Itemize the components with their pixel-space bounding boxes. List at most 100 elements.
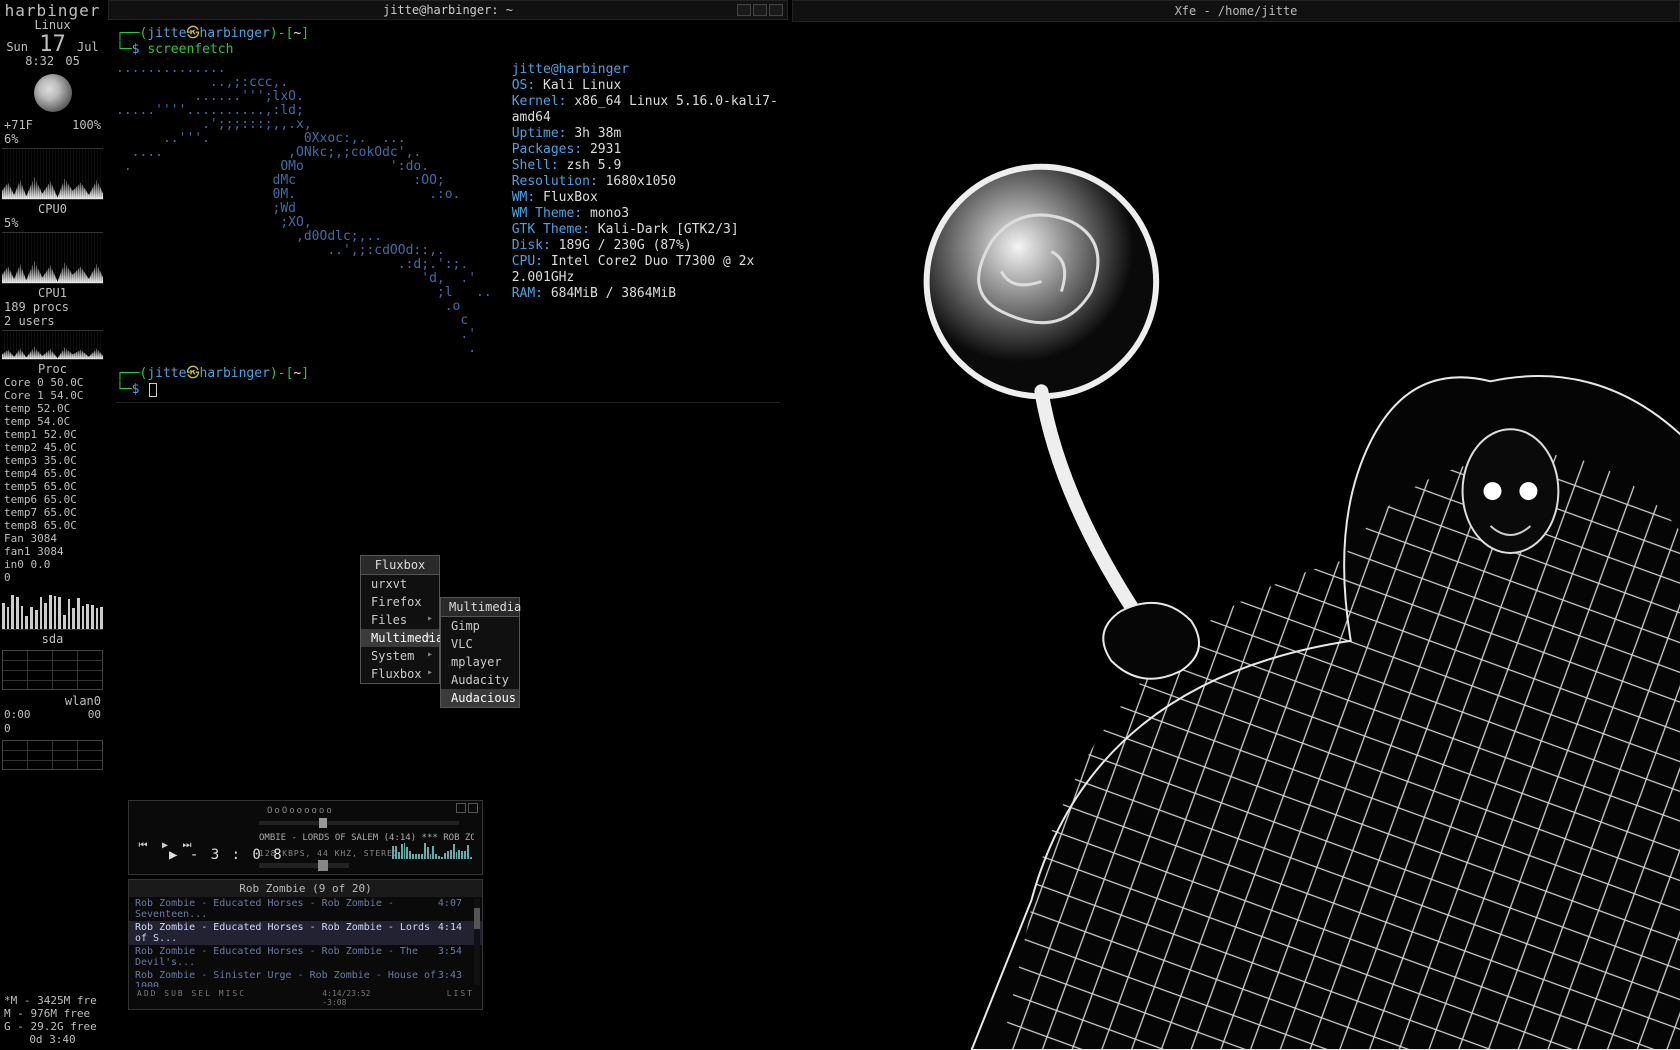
terminal-window[interactable]: jitte@harbinger: ~ ┌──(jitte㉿harbinger)-…	[108, 0, 788, 413]
track-title: Rob Zombie - Sinister Urge - Rob Zombie …	[135, 970, 438, 987]
playlist-scrollbar[interactable]	[474, 899, 480, 985]
mem2: M - 976M free	[4, 1007, 101, 1020]
scrollbar-thumb[interactable]	[474, 908, 480, 930]
info-wm: FluxBox	[543, 190, 598, 205]
cpu1-pct: 5%	[0, 216, 105, 230]
mem1: *M - 3425M fre	[4, 994, 101, 1007]
cpu0-graph	[2, 148, 103, 200]
weather-row: +71F 100%	[0, 118, 105, 132]
stream-info: 128 KBPS, 44 KHZ, STEREO	[259, 849, 399, 858]
pl-foot-right[interactable]: LIST	[447, 989, 474, 1007]
seek-knob[interactable]	[319, 818, 327, 828]
fluxbox-submenu[interactable]: Multimedia GimpVLCmplayerAudacityAudacio…	[440, 597, 520, 708]
submenu-item-gimp[interactable]: Gimp	[441, 617, 519, 635]
prompt-user: jitte	[147, 26, 186, 41]
submenu-item-vlc[interactable]: VLC	[441, 635, 519, 653]
prompt-line-2: ┌──(jitte㉿harbinger)-[~]	[116, 366, 780, 382]
info-ram: 684MiB / 3864MiB	[551, 286, 676, 301]
info-packages: 2931	[590, 142, 621, 157]
date-day: 17	[35, 38, 70, 52]
terminal-content[interactable]: ┌──(jitte㉿harbinger)-[~] └─$ screenfetch…	[108, 20, 788, 413]
submenu-item-audacious[interactable]: Audacious	[441, 689, 519, 707]
sensor-row: temp6 65.0C	[4, 493, 101, 506]
audio-player[interactable]: OoOoooooo ⏮ ▶ ⏭ OMBIE - LORDS OF SALEM (…	[128, 800, 483, 1010]
close-button[interactable]	[769, 4, 783, 16]
prev-button[interactable]: ⏮	[135, 837, 151, 853]
info-disk: 189G / 230G (87%)	[559, 238, 692, 253]
disk-label: sda	[0, 632, 105, 646]
info-os: Kali Linux	[543, 78, 621, 93]
terminal-titlebar[interactable]: jitte@harbinger: ~	[108, 0, 788, 20]
menu-item-files[interactable]: Files	[361, 611, 439, 629]
cmd-line: └─$ screenfetch	[116, 42, 780, 58]
pl-foot-left[interactable]: ADD SUB SEL MISC	[137, 989, 246, 1007]
menu-item-urxvt[interactable]: urxvt	[361, 575, 439, 593]
fluxbox-menu[interactable]: Fluxbox urxvtFirefoxFilesMultimediaSyste…	[360, 555, 440, 684]
sensor-row: temp1 52.0C	[4, 428, 101, 441]
prompt-user-2: jitte	[147, 366, 186, 381]
prompt-line-1: ┌──(jitte㉿harbinger)-[~]	[116, 26, 780, 42]
os-name: Linux	[0, 18, 105, 32]
playlist-rows[interactable]: Rob Zombie - Educated Horses - Rob Zombi…	[129, 897, 482, 987]
time-line: 8:32 05	[0, 54, 105, 68]
volume-slider[interactable]	[259, 863, 349, 868]
net-label: wlan0	[0, 694, 105, 708]
menu-item-firefox[interactable]: Firefox	[361, 593, 439, 611]
playlist-title: Rob Zombie (9 of 20)	[129, 880, 482, 897]
minimize-button[interactable]	[737, 4, 751, 16]
sensor-row: in0 0.0	[4, 558, 101, 571]
command: screenfetch	[147, 42, 233, 57]
date-dow: Sun	[6, 40, 28, 54]
track-title: Rob Zombie - Educated Horses - Rob Zombi…	[135, 898, 438, 920]
pl-foot-time: 4:14/23:52	[322, 989, 370, 998]
player-min-button[interactable]	[456, 803, 466, 813]
xfe-title: Xfe - /home/jitte	[1175, 4, 1298, 18]
playlist-row[interactable]: Rob Zombie - Sinister Urge - Rob Zombie …	[129, 969, 482, 987]
xfe-window[interactable]: Xfe - /home/jitte	[792, 0, 1680, 1050]
menu-item-system[interactable]: System	[361, 647, 439, 665]
volume-knob[interactable]	[318, 860, 328, 871]
terminal-title: jitte@harbinger: ~	[383, 3, 513, 17]
sensor-list: Core 0 50.0CCore 1 54.0Ctemp 52.0Ctemp 5…	[0, 376, 105, 584]
submenu-item-mplayer[interactable]: mplayer	[441, 653, 519, 671]
cursor-icon	[149, 383, 157, 397]
time: 8:32	[25, 54, 54, 68]
prompt-ready[interactable]: └─$	[116, 382, 780, 398]
cpu1-graph	[2, 232, 103, 284]
info-uptime: 3h 38m	[574, 126, 621, 141]
sensor-row: temp4 65.0C	[4, 467, 101, 480]
menu-title: Fluxbox	[361, 556, 439, 575]
sensor-row: temp8 65.0C	[4, 519, 101, 532]
submenu-item-audacity[interactable]: Audacity	[441, 671, 519, 689]
date-mon: Jul	[77, 40, 99, 54]
player-winbtns	[456, 803, 478, 813]
moon-icon	[34, 74, 72, 112]
conky-footer: *M - 3425M fre M - 976M free G - 29.2G f…	[0, 994, 105, 1046]
playlist-row[interactable]: Rob Zombie - Educated Horses - Rob Zombi…	[129, 897, 482, 921]
maximize-button[interactable]	[753, 4, 767, 16]
proc-count: 189 procs	[0, 300, 105, 314]
uptime: 0d 3:40	[4, 1033, 101, 1046]
xfe-titlebar[interactable]: Xfe - /home/jitte	[792, 0, 1680, 22]
seek-slider[interactable]	[259, 821, 459, 825]
menu-item-fluxbox[interactable]: Fluxbox	[361, 665, 439, 683]
sensor-row: temp 54.0C	[4, 415, 101, 428]
menu-item-multimedia[interactable]: Multimedia	[361, 629, 439, 647]
mem3: G - 29.2G free	[4, 1020, 101, 1033]
wallpaper-art	[792, 22, 1680, 1050]
tz: 05	[65, 54, 79, 68]
playlist-row[interactable]: Rob Zombie - Educated Horses - Rob Zombi…	[129, 945, 482, 969]
net-grid	[2, 650, 103, 690]
playlist-row[interactable]: Rob Zombie - Educated Horses - Rob Zombi…	[129, 921, 482, 945]
xfe-body	[792, 22, 1680, 1050]
sensor-row: fan1 3084	[4, 545, 101, 558]
proc-title: Proc	[0, 362, 105, 376]
player-main[interactable]: OoOoooooo ⏮ ▶ ⏭ OMBIE - LORDS OF SALEM (…	[128, 800, 483, 875]
sysinfo: jitte@harbinger OS: Kali Linux Kernel: x…	[512, 62, 780, 302]
net-up: 00	[88, 708, 101, 722]
net-down: 0:00	[4, 708, 31, 722]
now-playing-marquee: OMBIE - LORDS OF SALEM (4:14) *** ROB ZO…	[259, 833, 474, 843]
track-duration: 4:07	[438, 898, 462, 920]
playlist[interactable]: Rob Zombie (9 of 20) Rob Zombie - Educat…	[128, 879, 483, 1010]
player-close-button[interactable]	[468, 803, 478, 813]
